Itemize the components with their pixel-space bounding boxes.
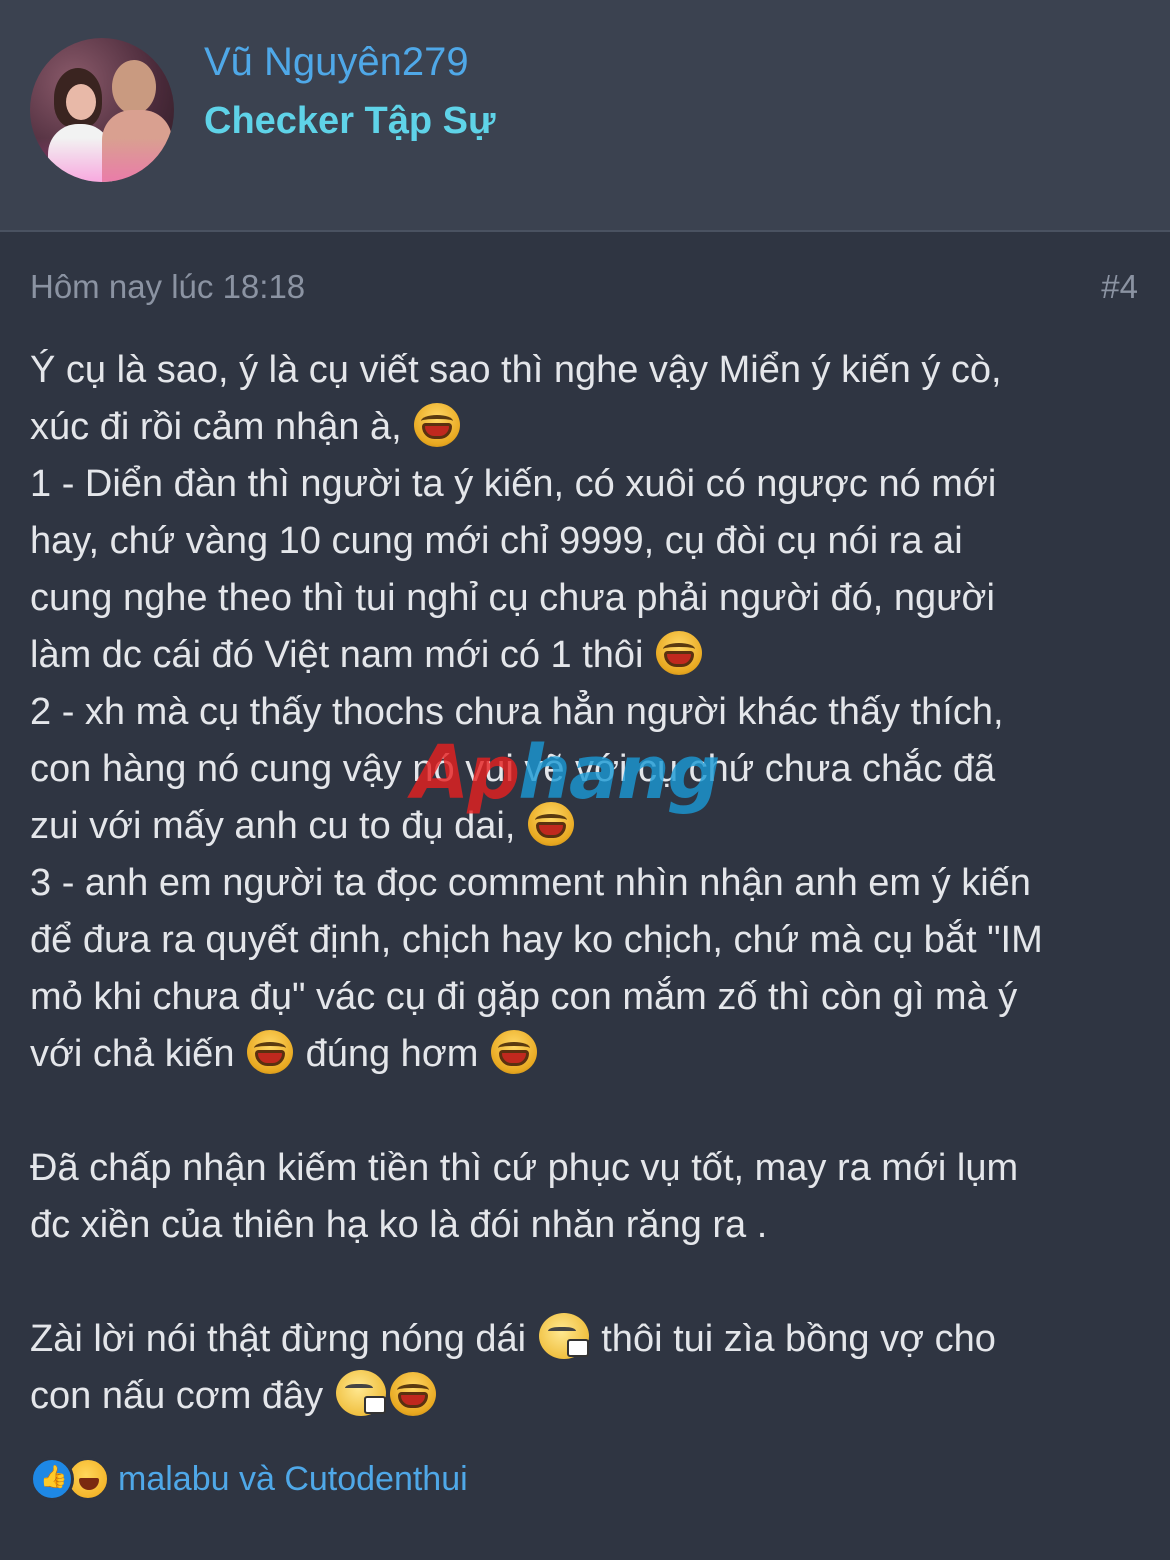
post-text: mỏ khi chưa đụ" vác cụ đi gặp con mắm zố…: [30, 976, 1018, 1018]
post-line: để đưa ra quyết định, chịch hay ko chịch…: [30, 912, 1150, 969]
post-line: với chả kiến đúng hơm: [30, 1026, 1150, 1083]
laughing-emoji-icon: [414, 403, 461, 447]
watermark-part-red: Ap: [412, 730, 520, 816]
avatar-glow: [30, 138, 174, 182]
post-text: 1 - Diển đàn thì người ta ý kiến, có xuô…: [30, 463, 997, 505]
user-header: Vũ Nguyên279 Checker Tập Sự: [0, 0, 1170, 232]
avatar-figure-head: [112, 60, 156, 114]
post-content: Ý cụ là sao, ý là cụ viết sao thì nghe v…: [30, 342, 1150, 1425]
post-text: với chả kiến: [30, 1033, 235, 1075]
post-line: Zài lời nói thật đừng nóng dái thôi tui …: [30, 1311, 1150, 1368]
post-line: Ý cụ là sao, ý là cụ viết sao thì nghe v…: [30, 342, 1150, 399]
post-timestamp[interactable]: Hôm nay lúc 18:18: [30, 268, 305, 306]
post-text: đúng hơm: [305, 1033, 479, 1075]
post-text: con nấu cơm đây: [30, 1375, 324, 1417]
post-line: 1 - Diển đàn thì người ta ý kiến, có xuô…: [30, 456, 1150, 513]
post-text: Ý cụ là sao, ý là cụ viết sao thì nghe v…: [30, 349, 1002, 391]
post-line: hay, chứ vàng 10 cung mới chỉ 9999, cụ đ…: [30, 513, 1150, 570]
smug-emoji-icon: [538, 1313, 589, 1359]
like-icon[interactable]: [30, 1457, 74, 1501]
post-text: cung nghe theo thì tui nghỉ cụ chưa phải…: [30, 577, 995, 619]
post-line: cung nghe theo thì tui nghỉ cụ chưa phải…: [30, 570, 1150, 627]
laughing-emoji-icon: [656, 631, 703, 675]
post-text: thôi tui zìa bồng vợ cho: [601, 1318, 996, 1360]
post-text: 2 - xh mà cụ thấy thochs chưa hẳn người …: [30, 691, 1004, 733]
user-title: Checker Tập Sự: [204, 100, 496, 142]
watermark-part-blue: hang: [518, 730, 720, 816]
post-text: 3 - anh em người ta đọc comment nhìn nhậ…: [30, 862, 1031, 904]
post-line: mỏ khi chưa đụ" vác cụ đi gặp con mắm zố…: [30, 969, 1150, 1026]
laughing-emoji-icon: [389, 1372, 436, 1416]
watermark-logo: Aphang: [412, 730, 721, 816]
username-link[interactable]: Vũ Nguyên279: [204, 40, 469, 85]
post-text: Zài lời nói thật đừng nóng dái: [30, 1318, 527, 1360]
post-text: Đã chấp nhận kiếm tiền thì cứ phục vụ tố…: [30, 1147, 1019, 1189]
post-text: xúc đi rồi cảm nhận à,: [30, 406, 402, 448]
post-text: làm dc cái đó Việt nam mới có 1 thôi: [30, 634, 644, 676]
avatar-figure-face: [66, 84, 96, 120]
post-line: con nấu cơm đây: [30, 1368, 1150, 1425]
post-text: đc xiền của thiên hạ ko là đói nhăn răng…: [30, 1204, 768, 1246]
post-line: xúc đi rồi cảm nhận à,: [30, 399, 1150, 456]
post-line: đc xiền của thiên hạ ko là đói nhăn răng…: [30, 1197, 1150, 1254]
avatar[interactable]: [30, 38, 174, 182]
laughing-emoji-icon: [247, 1030, 294, 1074]
post-line: 3 - anh em người ta đọc comment nhìn nhậ…: [30, 855, 1150, 912]
reaction-users-link[interactable]: malabu và Cutodenthui: [118, 1460, 468, 1499]
laughing-emoji-icon: [490, 1030, 537, 1074]
reactions-bar[interactable]: malabu và Cutodenthui: [30, 1454, 468, 1504]
post-line: làm dc cái đó Việt nam mới có 1 thôi: [30, 627, 1150, 684]
post-line: Đã chấp nhận kiếm tiền thì cứ phục vụ tố…: [30, 1140, 1150, 1197]
post-number[interactable]: #4: [1101, 268, 1138, 306]
smug-emoji-icon: [335, 1370, 386, 1416]
post-text: để đưa ra quyết định, chịch hay ko chịch…: [30, 919, 1043, 961]
post-text: hay, chứ vàng 10 cung mới chỉ 9999, cụ đ…: [30, 520, 963, 562]
